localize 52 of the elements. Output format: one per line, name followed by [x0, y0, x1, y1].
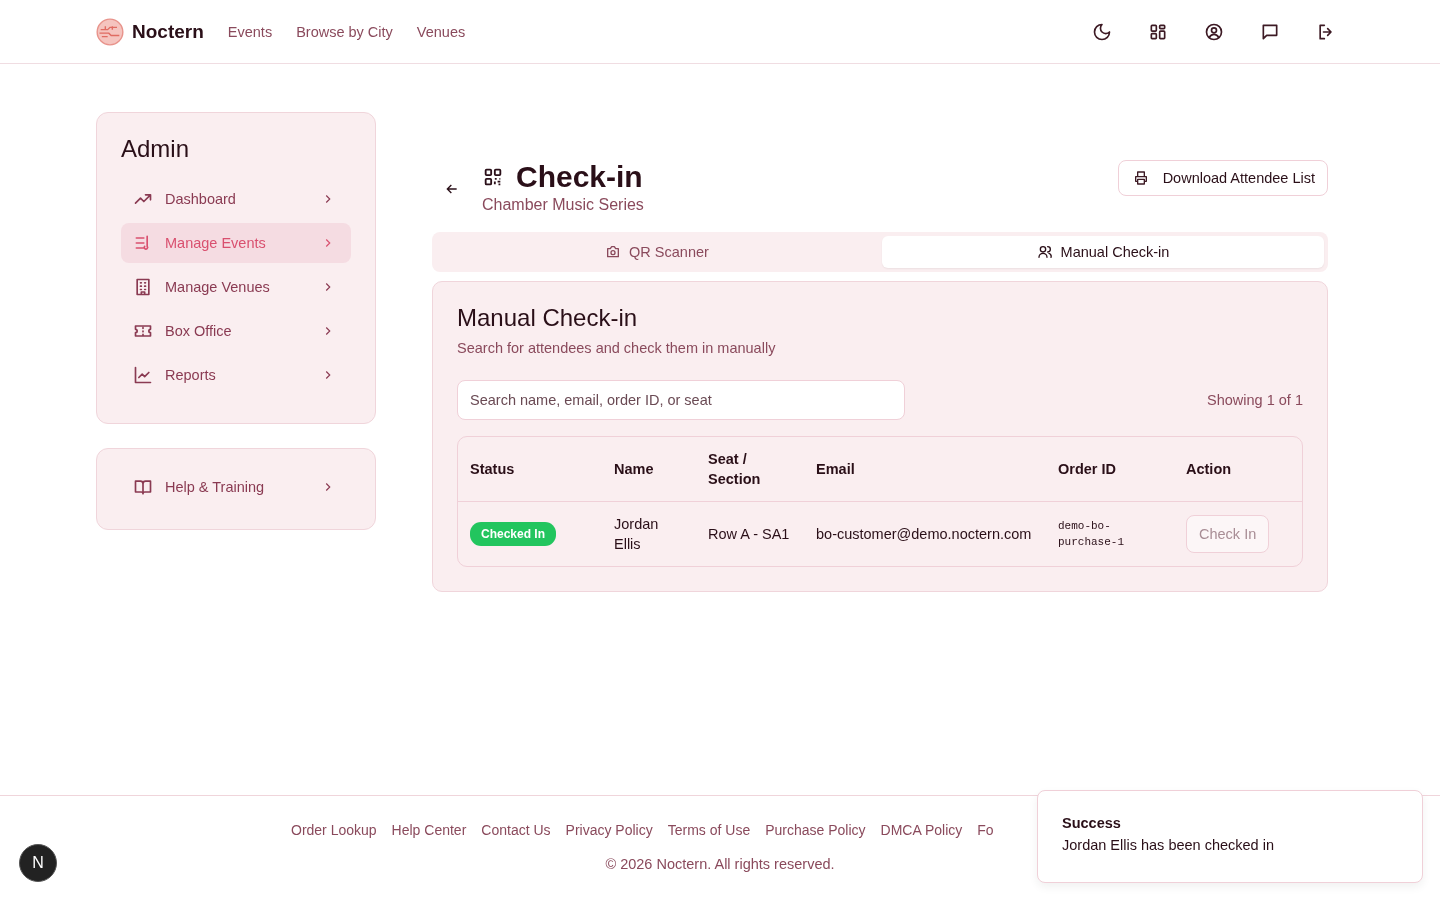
footer-link[interactable]: Help Center: [391, 822, 467, 838]
footer-link[interactable]: Fo: [977, 822, 994, 838]
toast-message: Jordan Ellis has been checked in: [1062, 837, 1275, 853]
brand-name[interactable]: Noctern: [132, 20, 204, 43]
printer-icon: [1132, 170, 1149, 186]
footer-link[interactable]: Terms of Use: [667, 822, 751, 838]
column-header: Order ID: [1058, 460, 1117, 479]
footer-link[interactable]: Order Lookup: [291, 822, 377, 838]
table-cell-text: bo-customer@demo.noctern.com: [816, 525, 1033, 544]
nav-link[interactable]: Browse by City: [296, 23, 393, 40]
table-cell-text: Jordan Ellis: [614, 515, 660, 554]
sidebar-title: Admin: [121, 135, 191, 163]
page-subtitle: Chamber Music Series: [482, 196, 645, 214]
toast-title: Success: [1062, 815, 1122, 831]
avatar-button[interactable]: N: [19, 844, 57, 882]
page-title: Check-in: [516, 160, 643, 194]
qr-code-icon: [482, 166, 504, 188]
panel-title: Manual Check-in: [457, 304, 639, 332]
footer-link[interactable]: DMCA Policy: [880, 822, 963, 838]
tab[interactable]: QR Scanner: [436, 236, 878, 268]
tab[interactable]: Manual Check-in: [882, 236, 1324, 268]
sidebar-item[interactable]: Manage Venues: [121, 267, 351, 307]
column-header: Seat / Section: [708, 450, 762, 489]
nav-link[interactable]: Events: [227, 23, 273, 40]
footer-link[interactable]: Contact Us: [481, 822, 551, 838]
line-chart-icon: [133, 365, 153, 385]
table-cell-text: Row A - SA1: [708, 525, 791, 544]
copyright-text: © 2026 Noctern. All rights reserved.: [605, 856, 835, 872]
table-cell-text: demo-bo-purchase-1: [1058, 519, 1125, 550]
column-header: Action: [1186, 460, 1233, 479]
footer-link[interactable]: Purchase Policy: [765, 822, 866, 838]
camera-icon: [605, 244, 622, 260]
column-header: Status: [470, 460, 516, 479]
building-icon: [133, 277, 153, 297]
status-badge: Checked In: [470, 522, 557, 546]
sidebar-item[interactable]: Dashboard: [121, 179, 351, 219]
logo-icon: [96, 17, 124, 46]
footer-link[interactable]: Privacy Policy: [565, 822, 653, 838]
search-field[interactable]: Search name, email, order ID, or seat: [457, 380, 905, 420]
sidebar-item[interactable]: Reports: [121, 355, 351, 395]
result-count: Showing 1 of 1: [1207, 392, 1303, 408]
user-circle-icon[interactable]: [1204, 21, 1224, 42]
users-icon: [1036, 244, 1053, 260]
sidebar-item[interactable]: Box Office: [121, 311, 351, 351]
sidebar-item[interactable]: Help & Training: [121, 467, 351, 507]
book-icon: [133, 477, 153, 497]
column-header: Name: [614, 460, 655, 479]
column-header: Email: [816, 460, 856, 479]
download-button[interactable]: Download Attendee List: [1117, 160, 1328, 196]
nav-link[interactable]: Venues: [416, 23, 466, 40]
moon-icon[interactable]: [1092, 21, 1112, 42]
panel-description: Search for attendees and check them in manually: [457, 340, 777, 356]
